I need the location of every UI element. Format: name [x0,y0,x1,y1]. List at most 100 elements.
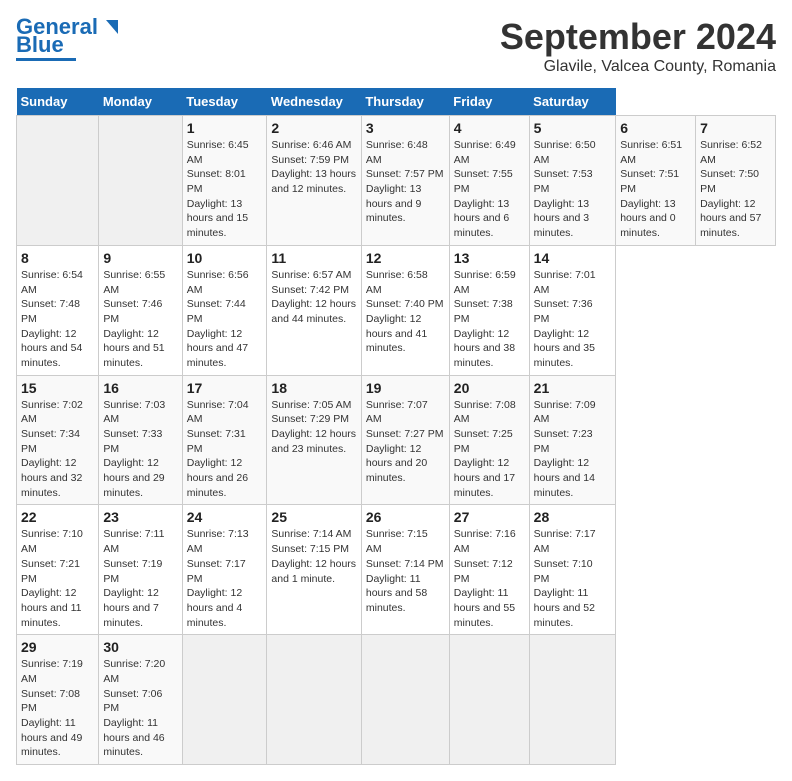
calendar-cell: 11 Sunrise: 6:57 AMSunset: 7:42 PMDayligh… [267,245,361,375]
day-info: Sunrise: 7:04 AMSunset: 7:31 PMDaylight:… [187,398,263,501]
logo-icon [98,16,120,38]
day-number: 22 [21,509,94,525]
calendar-week-2: 8 Sunrise: 6:54 AMSunset: 7:48 PMDaylight… [17,245,776,375]
location-title: Glavile, Valcea County, Romania [500,58,776,76]
calendar-cell [361,635,449,765]
calendar-cell: 8 Sunrise: 6:54 AMSunset: 7:48 PMDaylight… [17,245,99,375]
day-info: Sunrise: 7:15 AMSunset: 7:14 PMDaylight:… [366,527,445,615]
day-number: 3 [366,120,445,136]
day-number: 11 [271,250,356,266]
calendar-cell: 20Sunrise: 7:08 AMSunset: 7:25 PMDayligh… [449,375,529,505]
day-number: 2 [271,120,356,136]
calendar-cell: 1 Sunrise: 6:45 AMSunset: 8:01 PMDaylight… [182,116,267,246]
calendar-header-row: SundayMondayTuesdayWednesdayThursdayFrid… [17,88,776,116]
calendar-cell [99,116,182,246]
day-info: Sunrise: 7:19 AMSunset: 7:08 PMDaylight:… [21,657,94,760]
weekday-header-thursday: Thursday [361,88,449,116]
day-number: 10 [187,250,263,266]
day-number: 8 [21,250,94,266]
day-number: 9 [103,250,177,266]
calendar-cell: 5 Sunrise: 6:50 AMSunset: 7:53 PMDaylight… [529,116,616,246]
day-info: Sunrise: 7:03 AMSunset: 7:33 PMDaylight:… [103,398,177,501]
day-info: Sunrise: 7:05 AMSunset: 7:29 PMDaylight:… [271,398,356,457]
calendar-cell: 30 Sunrise: 7:20 AMSunset: 7:06 PMDayligh… [99,635,182,765]
weekday-header-saturday: Saturday [529,88,616,116]
calendar-cell: 14Sunrise: 7:01 AMSunset: 7:36 PMDayligh… [529,245,616,375]
calendar-body: 1 Sunrise: 6:45 AMSunset: 8:01 PMDaylight… [17,116,776,765]
day-number: 20 [454,380,525,396]
day-info: Sunrise: 6:49 AMSunset: 7:55 PMDaylight:… [454,138,525,241]
page-header: General Blue September 2024 Glavile, Val… [16,16,776,76]
day-number: 27 [454,509,525,525]
calendar-cell: 15Sunrise: 7:02 AMSunset: 7:34 PMDayligh… [17,375,99,505]
weekday-header-friday: Friday [449,88,529,116]
calendar-cell: 16Sunrise: 7:03 AMSunset: 7:33 PMDayligh… [99,375,182,505]
day-number: 19 [366,380,445,396]
calendar-cell: 19 Sunrise: 7:07 AMSunset: 7:27 PMDayligh… [361,375,449,505]
calendar-week-4: 22 Sunrise: 7:10 AMSunset: 7:21 PMDayligh… [17,505,776,635]
day-number: 4 [454,120,525,136]
day-info: Sunrise: 6:56 AMSunset: 7:44 PMDaylight:… [187,268,263,371]
day-info: Sunrise: 6:50 AMSunset: 7:53 PMDaylight:… [534,138,612,241]
day-info: Sunrise: 7:14 AMSunset: 7:15 PMDaylight:… [271,527,356,586]
day-number: 30 [103,639,177,655]
calendar-cell: 27 Sunrise: 7:16 AMSunset: 7:12 PMDayligh… [449,505,529,635]
calendar-cell: 25 Sunrise: 7:14 AMSunset: 7:15 PMDayligh… [267,505,361,635]
day-number: 13 [454,250,525,266]
calendar-week-3: 15Sunrise: 7:02 AMSunset: 7:34 PMDayligh… [17,375,776,505]
calendar-cell: 21Sunrise: 7:09 AMSunset: 7:23 PMDayligh… [529,375,616,505]
calendar-cell: 26Sunrise: 7:15 AMSunset: 7:14 PMDayligh… [361,505,449,635]
day-number: 12 [366,250,445,266]
day-number: 5 [534,120,612,136]
calendar-table: SundayMondayTuesdayWednesdayThursdayFrid… [16,88,776,765]
day-info: Sunrise: 6:48 AMSunset: 7:57 PMDaylight:… [366,138,445,226]
title-area: September 2024 Glavile, Valcea County, R… [500,16,776,76]
day-info: Sunrise: 6:52 AMSunset: 7:50 PMDaylight:… [700,138,771,241]
calendar-cell: 12Sunrise: 6:58 AMSunset: 7:40 PMDayligh… [361,245,449,375]
day-info: Sunrise: 7:20 AMSunset: 7:06 PMDaylight:… [103,657,177,760]
day-number: 23 [103,509,177,525]
logo-underline [16,58,76,61]
calendar-cell: 9 Sunrise: 6:55 AMSunset: 7:46 PMDaylight… [99,245,182,375]
calendar-cell: 24Sunrise: 7:13 AMSunset: 7:17 PMDayligh… [182,505,267,635]
day-number: 24 [187,509,263,525]
day-info: Sunrise: 6:59 AMSunset: 7:38 PMDaylight:… [454,268,525,371]
calendar-cell: 13 Sunrise: 6:59 AMSunset: 7:38 PMDayligh… [449,245,529,375]
day-number: 29 [21,639,94,655]
calendar-cell [182,635,267,765]
logo: General Blue [16,16,120,61]
calendar-cell: 23 Sunrise: 7:11 AMSunset: 7:19 PMDayligh… [99,505,182,635]
day-number: 28 [534,509,612,525]
day-info: Sunrise: 7:10 AMSunset: 7:21 PMDaylight:… [21,527,94,630]
day-number: 21 [534,380,612,396]
weekday-header-wednesday: Wednesday [267,88,361,116]
day-number: 25 [271,509,356,525]
day-info: Sunrise: 7:07 AMSunset: 7:27 PMDaylight:… [366,398,445,486]
day-number: 6 [620,120,691,136]
calendar-cell: 6Sunrise: 6:51 AMSunset: 7:51 PMDaylight… [616,116,696,246]
day-number: 1 [187,120,263,136]
weekday-header-sunday: Sunday [17,88,99,116]
day-info: Sunrise: 7:11 AMSunset: 7:19 PMDaylight:… [103,527,177,630]
calendar-cell: 2 Sunrise: 6:46 AMSunset: 7:59 PMDaylight… [267,116,361,246]
calendar-cell: 7 Sunrise: 6:52 AMSunset: 7:50 PMDaylight… [696,116,776,246]
calendar-cell: 10 Sunrise: 6:56 AMSunset: 7:44 PMDayligh… [182,245,267,375]
calendar-cell: 4 Sunrise: 6:49 AMSunset: 7:55 PMDaylight… [449,116,529,246]
day-info: Sunrise: 6:45 AMSunset: 8:01 PMDaylight:… [187,138,263,241]
day-info: Sunrise: 6:46 AMSunset: 7:59 PMDaylight:… [271,138,356,197]
weekday-header-monday: Monday [99,88,182,116]
calendar-week-1: 1 Sunrise: 6:45 AMSunset: 8:01 PMDaylight… [17,116,776,246]
day-number: 7 [700,120,771,136]
calendar-cell: 28 Sunrise: 7:17 AMSunset: 7:10 PMDayligh… [529,505,616,635]
day-info: Sunrise: 7:17 AMSunset: 7:10 PMDaylight:… [534,527,612,630]
calendar-cell: 17Sunrise: 7:04 AMSunset: 7:31 PMDayligh… [182,375,267,505]
logo-text2: Blue [16,34,64,56]
day-info: Sunrise: 6:54 AMSunset: 7:48 PMDaylight:… [21,268,94,371]
calendar-cell [17,116,99,246]
calendar-cell: 3 Sunrise: 6:48 AMSunset: 7:57 PMDaylight… [361,116,449,246]
day-info: Sunrise: 6:57 AMSunset: 7:42 PMDaylight:… [271,268,356,327]
day-info: Sunrise: 7:16 AMSunset: 7:12 PMDaylight:… [454,527,525,630]
day-info: Sunrise: 6:55 AMSunset: 7:46 PMDaylight:… [103,268,177,371]
calendar-cell: 22 Sunrise: 7:10 AMSunset: 7:21 PMDayligh… [17,505,99,635]
calendar-cell: 29 Sunrise: 7:19 AMSunset: 7:08 PMDayligh… [17,635,99,765]
